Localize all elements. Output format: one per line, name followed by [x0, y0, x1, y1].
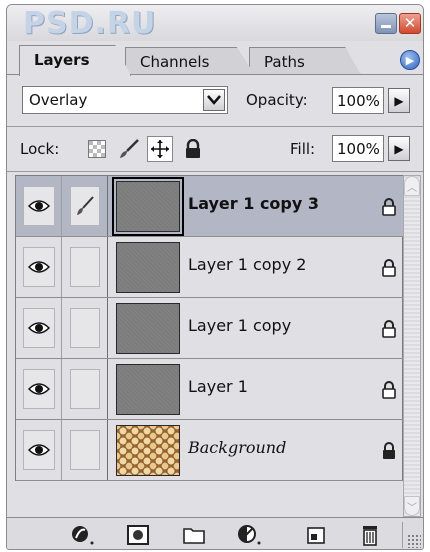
- divider: [7, 126, 423, 127]
- opacity-field[interactable]: 100%: [332, 87, 384, 114]
- triangle-right-icon: ▶: [394, 93, 404, 108]
- new-layer-icon[interactable]: [303, 524, 329, 546]
- layer-row[interactable]: Layer 1 copy: [16, 298, 404, 359]
- layer-name[interactable]: Layer 1 copy: [188, 316, 291, 335]
- lock-icon: [383, 442, 395, 459]
- tab-paths[interactable]: Paths: [249, 47, 361, 75]
- layer-name[interactable]: Layer 1 copy 3: [188, 194, 319, 213]
- link-toggle[interactable]: [62, 298, 108, 358]
- adjustment-layer-icon[interactable]: [237, 524, 263, 546]
- layer-row[interactable]: Layer 1 copy 3: [16, 176, 404, 237]
- lock-transparent-pixels-icon[interactable]: [84, 136, 110, 162]
- toolbar-divider: [402, 522, 403, 548]
- layer-thumbnail: [116, 364, 180, 415]
- panel-menu-button[interactable]: ▶: [400, 50, 420, 70]
- eye-icon: [22, 430, 55, 470]
- eye-icon: [22, 369, 55, 409]
- eye-icon: [22, 247, 55, 287]
- visibility-toggle[interactable]: [16, 237, 62, 297]
- fill-field[interactable]: 100%: [332, 135, 384, 162]
- blend-mode-select[interactable]: Overlay: [22, 86, 228, 114]
- blend-mode-value: Overlay: [29, 91, 88, 109]
- visibility-toggle[interactable]: [16, 176, 62, 236]
- eye-icon: [22, 186, 55, 226]
- new-group-folder-icon[interactable]: [181, 524, 207, 546]
- link-toggle[interactable]: [62, 237, 108, 297]
- scroll-up-button[interactable]: ︿: [404, 176, 420, 196]
- palette-title-bar[interactable]: PSD.RU ✕: [7, 5, 423, 41]
- trash-icon[interactable]: [357, 524, 383, 546]
- link-empty-box: [69, 430, 100, 470]
- layer-mask-icon[interactable]: [125, 524, 151, 546]
- logo: PSD.RU: [23, 6, 157, 41]
- chevron-up-icon: ︿: [407, 182, 417, 194]
- layer-row[interactable]: Layer 1: [16, 359, 404, 420]
- resize-grip[interactable]: [407, 534, 421, 548]
- brush-icon: [69, 186, 100, 226]
- visibility-toggle[interactable]: [16, 298, 62, 358]
- lock-label: Lock:: [20, 140, 60, 158]
- layers-palette: PSD.RU ✕ Paths Channels Layers ▶ Overlay…: [6, 4, 424, 550]
- close-button[interactable]: ✕: [399, 13, 421, 34]
- layer-row[interactable]: Background: [16, 420, 404, 481]
- layer-thumbnail: [116, 303, 180, 354]
- tab-channels[interactable]: Channels: [125, 47, 255, 75]
- fill-slider-button[interactable]: ▶: [388, 136, 410, 161]
- link-toggle[interactable]: [62, 359, 108, 419]
- eye-icon: [22, 308, 55, 348]
- link-empty-box: [69, 247, 100, 287]
- opacity-slider-button[interactable]: ▶: [388, 88, 410, 113]
- lock-icon: [382, 320, 396, 338]
- palette-tabs: Paths Channels Layers: [7, 41, 423, 76]
- layers-scrollbar[interactable]: ︿ ﹀: [403, 175, 421, 517]
- lock-position-icon[interactable]: [147, 136, 173, 162]
- visibility-toggle[interactable]: [16, 359, 62, 419]
- opacity-label: Opacity:: [246, 91, 308, 109]
- close-icon: ✕: [403, 14, 417, 32]
- layer-name[interactable]: Layer 1: [188, 377, 248, 396]
- triangle-right-icon: ▶: [394, 141, 404, 156]
- layer-name[interactable]: Layer 1 copy 2: [188, 255, 306, 274]
- lock-all-icon[interactable]: [180, 136, 206, 162]
- layer-thumbnail: [116, 242, 180, 293]
- panel-menu-arrow-icon: ▶: [405, 53, 415, 67]
- chevron-down-icon[interactable]: [203, 89, 225, 111]
- lock-image-pixels-icon[interactable]: [116, 136, 142, 162]
- layer-style-icon[interactable]: [70, 524, 96, 546]
- layer-thumbnail: [112, 177, 184, 236]
- link-empty-box: [69, 308, 100, 348]
- layer-name[interactable]: Background: [188, 438, 286, 457]
- layers-toolbar: [7, 517, 423, 549]
- visibility-toggle[interactable]: [16, 420, 62, 480]
- minimize-button[interactable]: [375, 13, 397, 34]
- chevron-down-icon: ﹀: [407, 502, 417, 514]
- divider: [7, 171, 423, 172]
- link-empty-box: [69, 369, 100, 409]
- layer-thumbnail: [116, 425, 180, 476]
- link-toggle[interactable]: [62, 420, 108, 480]
- link-toggle[interactable]: [62, 176, 108, 236]
- fill-label: Fill:: [290, 140, 316, 158]
- lock-icon: [382, 259, 396, 277]
- tab-layers[interactable]: Layers: [19, 45, 131, 76]
- layer-row[interactable]: Layer 1 copy 2: [16, 237, 404, 298]
- lock-icon: [382, 381, 396, 399]
- lock-icon: [382, 198, 396, 216]
- layers-list: Layer 1 copy 3 Layer 1 copy 2 Layer 1 co…: [15, 175, 404, 481]
- scroll-down-button[interactable]: ﹀: [404, 496, 420, 516]
